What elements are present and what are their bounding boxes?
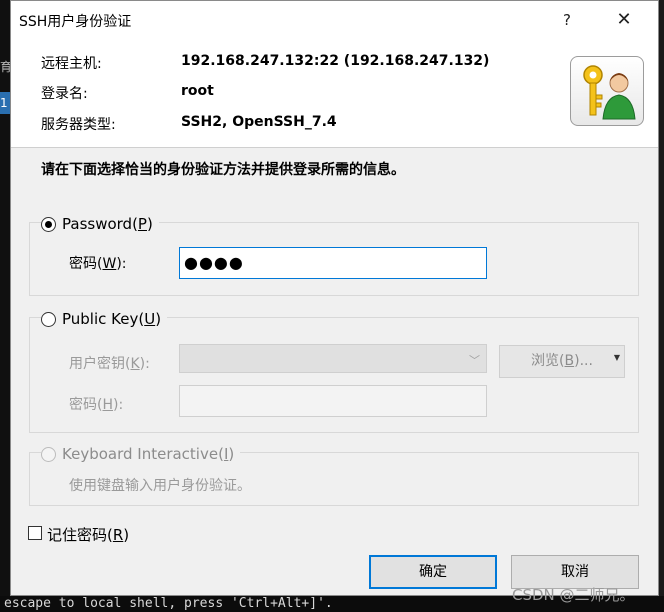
password-radio-label: Password(P) [62, 215, 153, 233]
close-button[interactable]: ✕ [609, 7, 639, 33]
server-type-value: SSH2, OpenSSH_7.4 [181, 114, 337, 130]
browse-label: 浏览(B)... [531, 353, 593, 369]
public-key-radio[interactable] [41, 311, 56, 327]
remember-password-checkbox[interactable] [28, 526, 42, 540]
help-button[interactable]: ? [553, 7, 581, 33]
background-tab-fragment: 育 [0, 60, 10, 74]
remote-host-label: 远程主机: [41, 56, 102, 72]
server-type-label: 服务器类型: [41, 117, 116, 133]
password-value: ●●●● [184, 253, 244, 272]
background-terminal-right [659, 0, 664, 612]
keyboard-interactive-label: Keyboard Interactive(I) [62, 445, 235, 463]
keyboard-interactive-radio[interactable] [41, 446, 56, 462]
public-key-radio-label: Public Key(U) [62, 310, 162, 328]
password-input[interactable]: ●●●● [179, 247, 487, 279]
login-name-label: 登录名: [41, 86, 88, 102]
user-key-label: 用户密钥(K): [69, 356, 150, 372]
login-name-value: root [181, 83, 214, 99]
ok-button[interactable]: 确定 [369, 555, 497, 589]
key-user-icon [570, 56, 644, 126]
user-key-select[interactable]: ﹀ [179, 344, 487, 373]
keyboard-interactive-description: 使用键盘输入用户身份验证。 [69, 478, 251, 494]
password-field-label: 密码(W): [69, 256, 127, 272]
ssh-auth-dialog: SSH用户身份验证 ? ✕ 远程主机: 192.168.247.132:22 (… [10, 0, 659, 596]
dialog-titlebar: SSH用户身份验证 ? ✕ [11, 1, 658, 39]
public-key-radio-row[interactable]: Public Key(U) [41, 310, 168, 328]
browse-button[interactable]: 浏览(B)... ▼ [499, 345, 625, 378]
connection-info: 远程主机: 192.168.247.132:22 (192.168.247.13… [11, 39, 658, 147]
remote-host-value: 192.168.247.132:22 (192.168.247.132) [181, 53, 490, 69]
password-radio[interactable] [41, 216, 56, 232]
password-radio-row[interactable]: Password(P) [41, 215, 159, 233]
passphrase-label: 密码(H): [69, 397, 124, 413]
dialog-title: SSH用户身份验证 [19, 14, 132, 30]
passphrase-input[interactable] [179, 385, 487, 417]
chevron-down-icon: ﹀ [469, 354, 480, 367]
info-separator [11, 147, 658, 148]
keyboard-interactive-radio-row[interactable]: Keyboard Interactive(I) [41, 445, 241, 463]
remember-password-label[interactable]: 记住密码(R) [47, 524, 129, 545]
instruction-text: 请在下面选择恰当的身份验证方法并提供登录所需的信息。 [41, 162, 405, 178]
background-selected-tab: 1 [0, 92, 10, 114]
watermark: CSDN @二师兄。 [512, 586, 635, 604]
background-terminal-left: 育 1 [0, 0, 10, 612]
dropdown-arrow-icon: ▼ [613, 353, 620, 362]
